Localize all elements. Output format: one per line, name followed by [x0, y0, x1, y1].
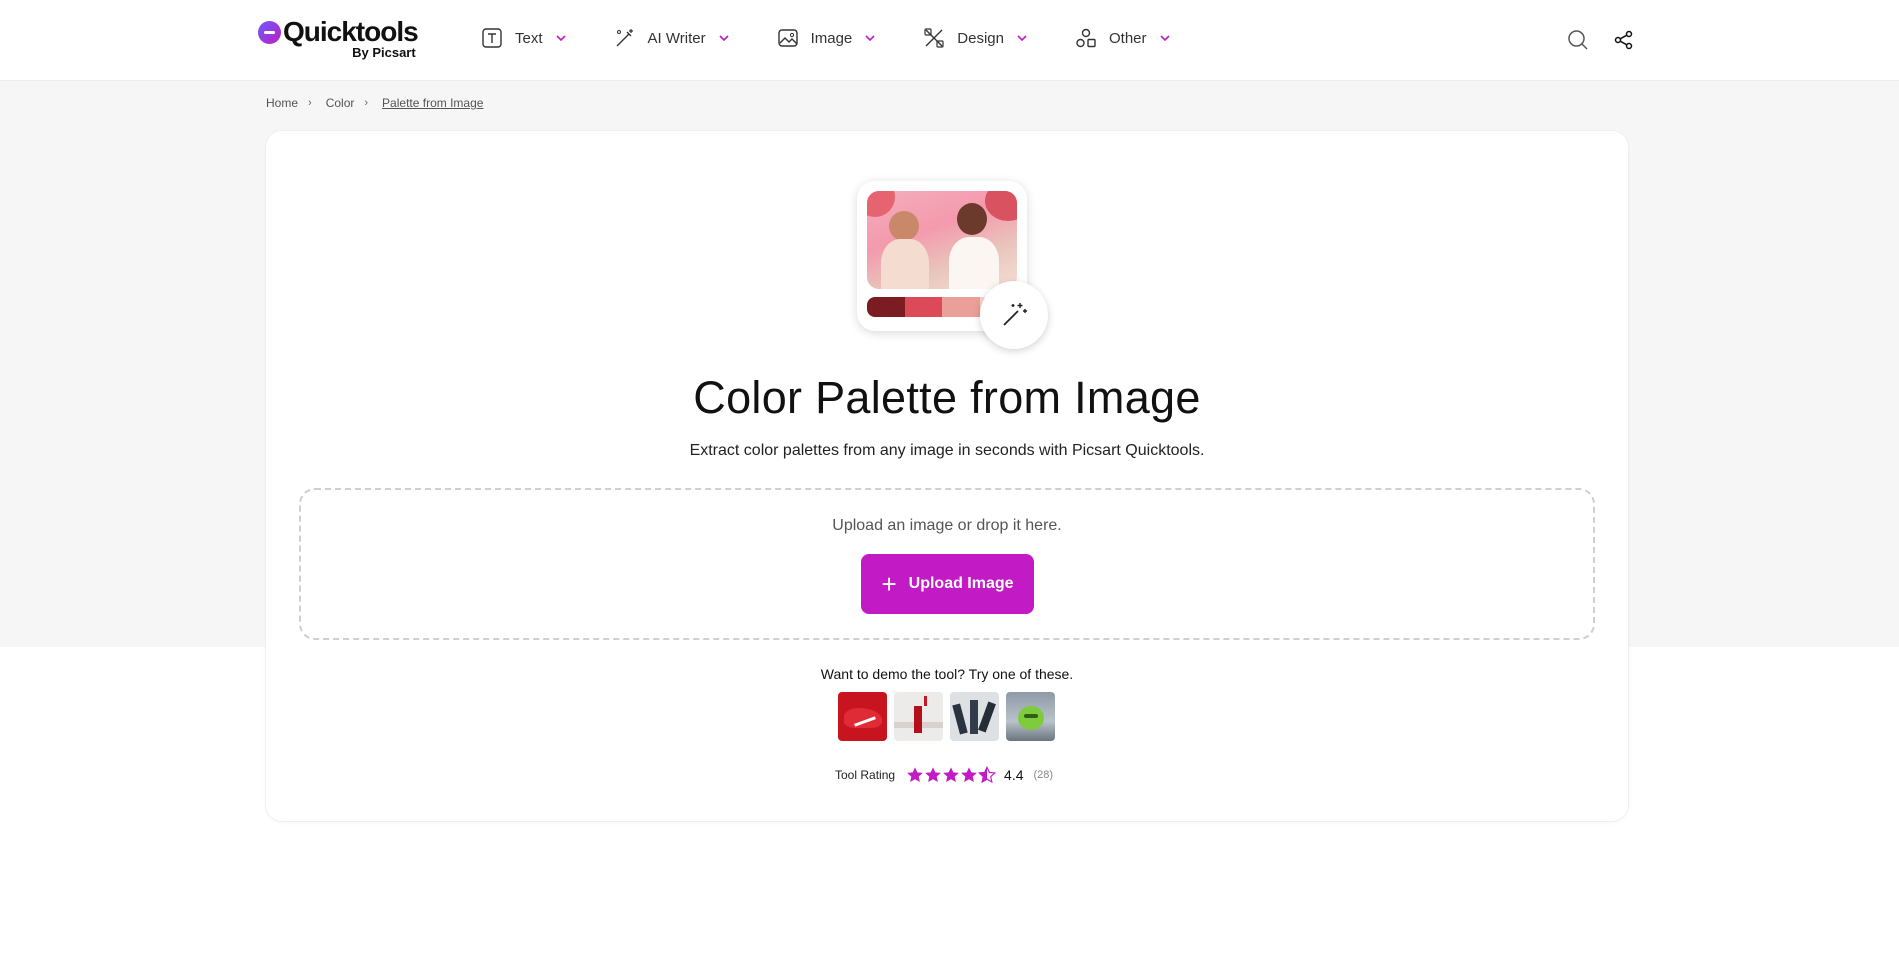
logo-mark-icon: [258, 20, 281, 44]
nav-item-ai-writer[interactable]: AI Writer: [613, 26, 729, 50]
chevron-right-icon: ›: [308, 97, 312, 109]
ai-writer-icon: [613, 26, 637, 50]
star-full-icon[interactable]: [942, 766, 960, 784]
palette-swatch: [942, 297, 980, 317]
palette-swatch: [904, 297, 942, 317]
nav-item-image[interactable]: Image: [776, 26, 876, 50]
chevron-down-icon: [1017, 33, 1027, 43]
upload-dropzone[interactable]: Upload an image or drop it here. + Uploa…: [299, 488, 1595, 640]
breadcrumb-current[interactable]: Palette from Image: [382, 96, 483, 110]
logo-subtitle: By Picsart: [352, 45, 416, 60]
rating-label: Tool Rating: [835, 768, 896, 782]
nav-item-other[interactable]: Other: [1074, 26, 1170, 50]
text-icon: [480, 26, 504, 50]
upload-image-button[interactable]: + Upload Image: [861, 554, 1034, 614]
rating-stars[interactable]: [906, 766, 997, 784]
nav-label: Other: [1108, 29, 1147, 47]
page-subtitle: Extract color palettes from any image in…: [689, 442, 1205, 459]
main-nav: Text AI Writer Image Design Other: [480, 26, 1217, 50]
hero-illustration: [857, 181, 1048, 351]
share-icon[interactable]: [1612, 28, 1636, 52]
breadcrumb-home[interactable]: Home: [266, 96, 298, 110]
tool-rating: Tool Rating 4.4 (28): [835, 766, 1053, 784]
demo-samples: [838, 692, 1062, 741]
nav-item-design[interactable]: Design: [922, 26, 1027, 50]
other-icon: [1074, 26, 1098, 50]
nav-item-text[interactable]: Text: [480, 26, 566, 50]
nav-label: Image: [810, 29, 853, 47]
chevron-down-icon: [865, 33, 875, 43]
magic-wand-icon: [980, 281, 1048, 349]
chevron-down-icon: [719, 33, 729, 43]
rating-count: (28): [1033, 769, 1054, 781]
demo-sample-green-apple[interactable]: [1006, 692, 1055, 741]
nav-label: Design: [957, 29, 1004, 47]
image-icon: [776, 26, 800, 50]
page-title: Color Palette from Image: [693, 372, 1201, 423]
star-half-icon[interactable]: [978, 766, 997, 784]
hero-photo: [867, 191, 1017, 289]
site-header: Quicktools By Picsart Text AI Writer Ima…: [0, 0, 1899, 81]
upload-button-label: Upload Image: [908, 575, 1014, 592]
chevron-down-icon: [555, 33, 566, 43]
plus-icon: +: [881, 569, 897, 599]
demo-sample-lipstick[interactable]: [894, 692, 943, 741]
nav-label: Text: [515, 29, 543, 47]
chevron-down-icon: [1159, 33, 1170, 43]
nav-label: AI Writer: [647, 29, 706, 47]
design-icon: [922, 26, 946, 50]
star-full-icon[interactable]: [924, 766, 942, 784]
logo-name: Quicktools: [283, 16, 419, 47]
quicktools-logo[interactable]: Quicktools By Picsart: [258, 16, 419, 60]
demo-sample-red-sneaker[interactable]: [838, 692, 887, 741]
chevron-right-icon: ›: [364, 97, 369, 109]
demo-sample-dancers[interactable]: [950, 692, 999, 741]
breadcrumb-section[interactable]: Color: [326, 96, 355, 110]
rating-value: 4.4: [1004, 767, 1024, 783]
palette-swatch: [867, 297, 905, 317]
demo-label: Want to demo the tool? Try one of these.: [820, 666, 1074, 682]
star-full-icon[interactable]: [960, 766, 978, 784]
search-icon[interactable]: [1566, 28, 1590, 52]
dropzone-hint: Upload an image or drop it here.: [832, 517, 1062, 534]
breadcrumb: Home › Color › Palette from Image: [266, 96, 483, 110]
star-full-icon[interactable]: [906, 766, 924, 784]
